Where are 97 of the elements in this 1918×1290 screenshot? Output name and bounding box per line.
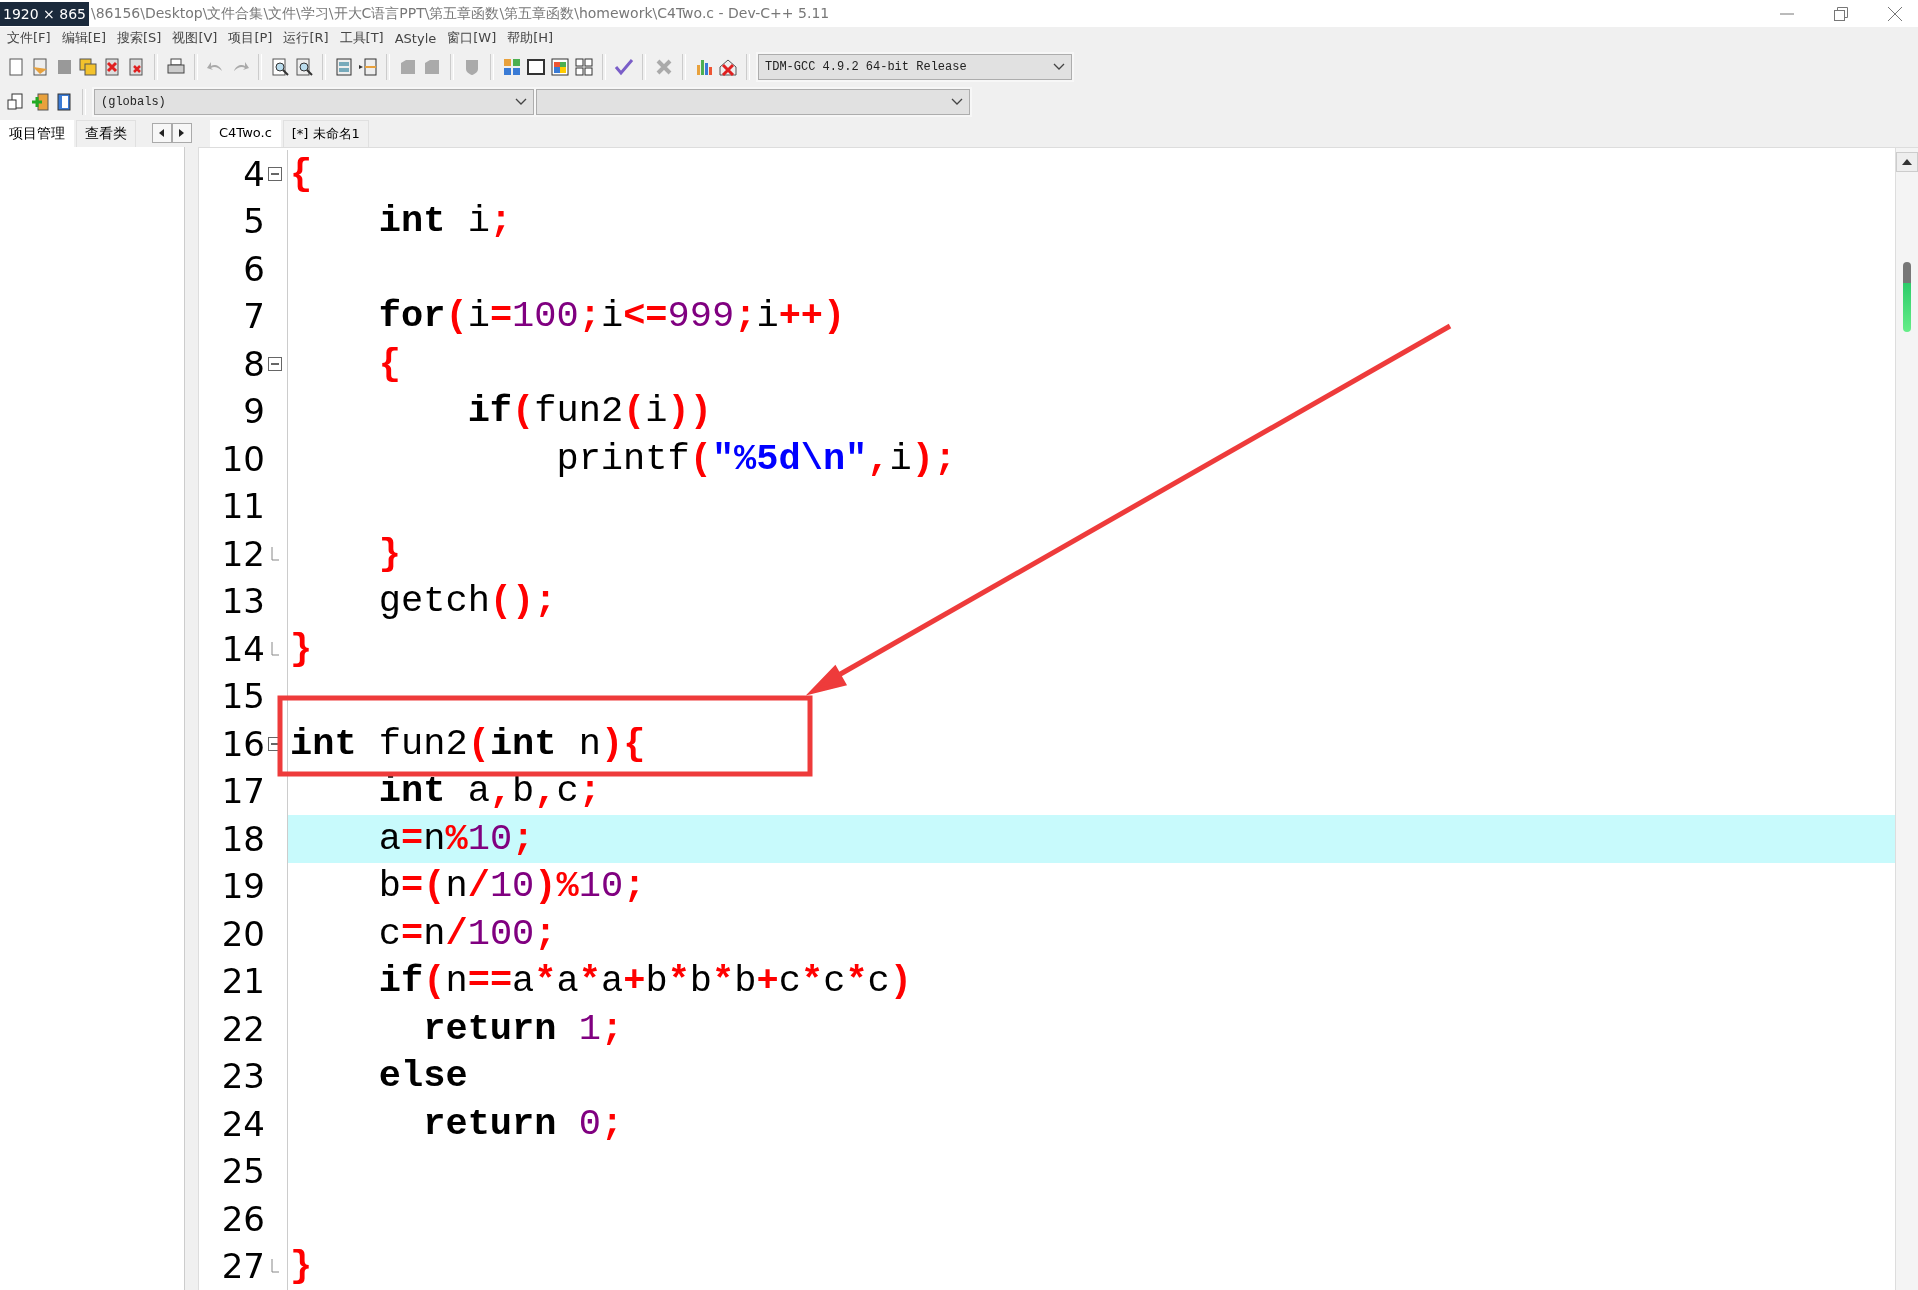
fold-minus-icon[interactable] [268, 356, 282, 371]
menu-item[interactable]: 运行[R] [280, 29, 337, 48]
panel-tab[interactable]: 项目管理 [0, 120, 74, 147]
menu-item[interactable]: AStyle [391, 30, 445, 46]
code-line: return 1; [422, 1007, 624, 1050]
line-number: 18 [220, 818, 265, 859]
scroll-left-button[interactable] [152, 123, 172, 143]
open-file-icon[interactable] [30, 56, 50, 77]
menu-item[interactable]: 窗口[W] [444, 29, 505, 48]
line-number: 24 [220, 1103, 265, 1144]
replace-icon[interactable] [294, 56, 314, 77]
insert-icon[interactable] [6, 91, 26, 112]
line-number: 13 [220, 581, 265, 622]
code-line: if(n==a*a*a+b*b*b+c*c*c) [377, 960, 913, 1003]
fold-minus-icon[interactable] [268, 166, 282, 181]
code-line: getch(); [377, 580, 557, 623]
save-all-icon[interactable] [78, 56, 98, 77]
line-number: 15 [220, 676, 265, 717]
panel-tab[interactable]: 查看类 [76, 120, 136, 147]
code-line: } [290, 627, 313, 670]
tiles-icon[interactable] [502, 56, 522, 77]
indent-icon[interactable] [358, 56, 378, 77]
code-line: } [290, 1245, 313, 1288]
code-line: return 0; [422, 1102, 624, 1145]
code-line: { [377, 342, 402, 385]
restore-icon[interactable] [1834, 6, 1848, 21]
panel-icon[interactable] [334, 56, 354, 77]
line-number: 5 [242, 201, 265, 242]
color-window-icon[interactable] [550, 56, 570, 77]
find-icon[interactable] [270, 56, 290, 77]
code-line: int i; [377, 200, 513, 243]
code-line: for(i=100;i<=999;i++) [377, 295, 846, 338]
menu-item[interactable]: 视图[V] [169, 29, 226, 48]
right-arrow-icon [179, 129, 185, 137]
code-line: if(fun2(i)) [466, 390, 712, 433]
line-number: 8 [242, 343, 265, 384]
code-line: { [290, 152, 313, 195]
left-arrow-icon [159, 129, 165, 137]
editor-tab[interactable]: C4Two.c [210, 120, 281, 147]
line-number: 7 [242, 296, 265, 337]
vertical-scrollbar[interactable] [1895, 148, 1918, 1290]
scope-select[interactable]: (globals) [94, 88, 534, 115]
line-number: 22 [220, 1008, 265, 1049]
scroll-right-button[interactable] [172, 123, 192, 143]
line-number: 11 [220, 486, 265, 527]
code-line: else [377, 1055, 468, 1098]
fold-end-icon [271, 641, 279, 656]
editor-tab[interactable]: [*] 未命名1 [282, 120, 369, 147]
code-line: a=n%10; [377, 817, 535, 860]
menu-item[interactable]: 项目[P] [225, 29, 281, 48]
menu-item[interactable]: 工具[T] [336, 29, 392, 48]
code-line: int a,b,c; [377, 770, 601, 813]
code-line: } [377, 532, 402, 575]
print-icon[interactable] [166, 56, 186, 77]
window-icon[interactable] [526, 56, 546, 77]
fold-end-icon [271, 546, 279, 561]
line-number: 12 [220, 533, 265, 574]
menu-item[interactable]: 搜索[S] [114, 29, 170, 48]
close-all-icon[interactable] [126, 56, 146, 77]
line-number: 27 [220, 1246, 265, 1287]
add-icon[interactable] [30, 91, 50, 112]
scroll-up-button[interactable] [1896, 152, 1918, 172]
menu-item[interactable]: 文件[F] [4, 29, 59, 48]
code-line: int fun2(int n){ [290, 722, 646, 765]
line-number: 17 [220, 771, 265, 812]
fold-end-icon [271, 1259, 279, 1274]
line-number: 25 [220, 1151, 265, 1192]
line-number: 4 [242, 153, 265, 194]
image-size-badge: 1920 × 865 [0, 1, 89, 26]
line-number: 6 [242, 248, 265, 289]
line-number: 10 [220, 438, 265, 479]
dropdown-caret-icon[interactable] [951, 97, 963, 106]
line-number: 9 [242, 391, 265, 432]
window-title: \86156\Desktop\文件合集\文件\学习\开大C语言PPT\第五章函数\第五章函数\homework\C4Two.c - Dev-C++ 5.11 [91, 4, 830, 23]
code-line: printf("%5d\n",i); [555, 437, 957, 480]
line-number: 26 [220, 1198, 265, 1239]
line-number: 21 [220, 961, 265, 1002]
new-file-icon[interactable] [6, 56, 26, 77]
line-number: 20 [220, 913, 265, 954]
scroll-thumb[interactable] [1903, 262, 1911, 332]
line-number: 19 [220, 866, 265, 907]
grid-icon[interactable] [574, 56, 594, 77]
code-line: c=n/100; [377, 912, 557, 955]
dropdown-caret-icon[interactable] [515, 97, 527, 106]
line-number: 14 [220, 628, 265, 669]
dropdown-caret-icon[interactable] [1053, 62, 1065, 71]
line-number: 16 [220, 723, 265, 764]
book-icon[interactable] [54, 91, 74, 112]
checkmark-icon[interactable] [614, 56, 634, 77]
compiler-select[interactable]: TDM-GCC 4.9.2 64-bit Release [758, 53, 1072, 80]
menu-item[interactable]: 编辑[E] [58, 29, 114, 48]
menu-item[interactable]: 帮助[H] [504, 29, 562, 48]
up-arrow-icon [1902, 159, 1912, 165]
close-file-icon[interactable] [102, 56, 122, 77]
line-number: 23 [220, 1056, 265, 1097]
close-icon[interactable] [1888, 6, 1902, 21]
code-line: b=(n/10)%10; [377, 865, 646, 908]
